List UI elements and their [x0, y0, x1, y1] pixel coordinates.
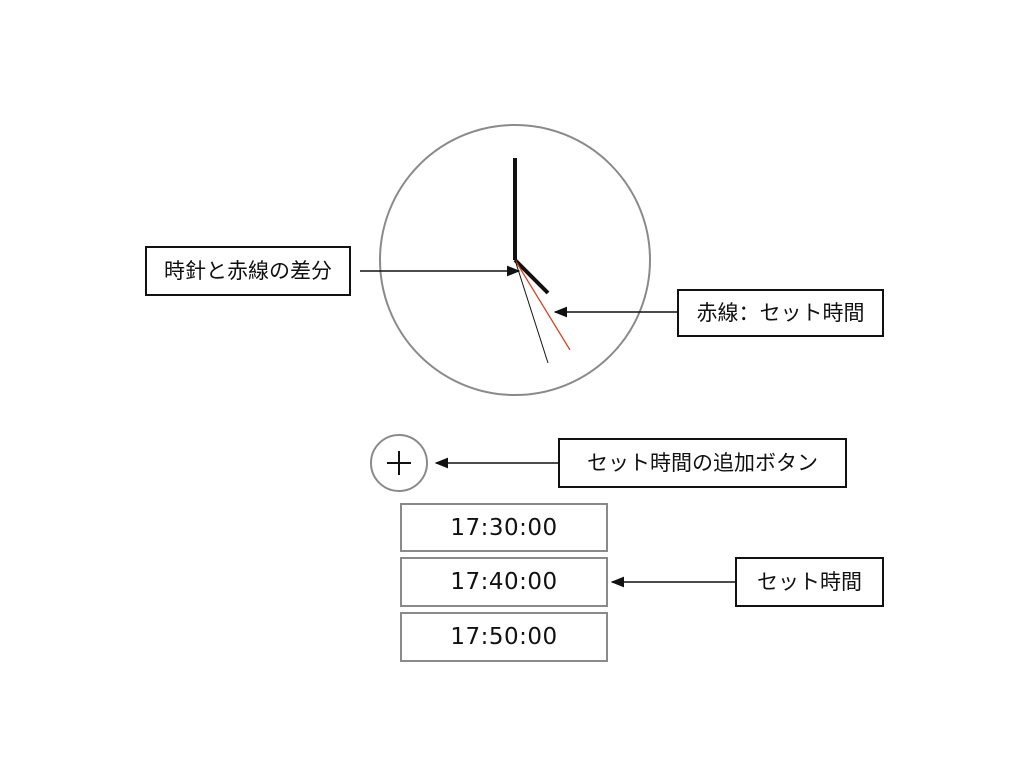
plus-icon: [387, 451, 411, 475]
diagram-canvas: 時針と赤線の差分 赤線：セット時間 セット時間の追加ボタン 17:30:00 1…: [0, 0, 1028, 772]
set-time-value: 17:40:00: [450, 569, 558, 595]
callout-red-line-label: 赤線：セット時間: [696, 300, 865, 325]
set-time-red-line: [514, 259, 571, 351]
callout-add-button-label: セット時間の追加ボタン: [587, 450, 818, 475]
callout-hand-diff: 時針と赤線の差分: [145, 246, 351, 296]
set-time-row[interactable]: 17:50:00: [400, 612, 608, 662]
set-time-row[interactable]: 17:40:00: [400, 557, 608, 607]
callout-hand-diff-label: 時針と赤線の差分: [164, 258, 332, 283]
set-time-value: 17:50:00: [450, 624, 558, 650]
callout-add-button: セット時間の追加ボタン: [558, 438, 847, 488]
callout-set-time: セット時間: [735, 557, 884, 607]
set-time-value: 17:30:00: [450, 514, 558, 541]
callout-red-line: 赤線：セット時間: [677, 289, 884, 337]
set-time-row[interactable]: 17:30:00: [400, 503, 608, 552]
callout-set-time-label: セット時間: [757, 569, 862, 594]
add-set-time-button[interactable]: [370, 434, 428, 492]
